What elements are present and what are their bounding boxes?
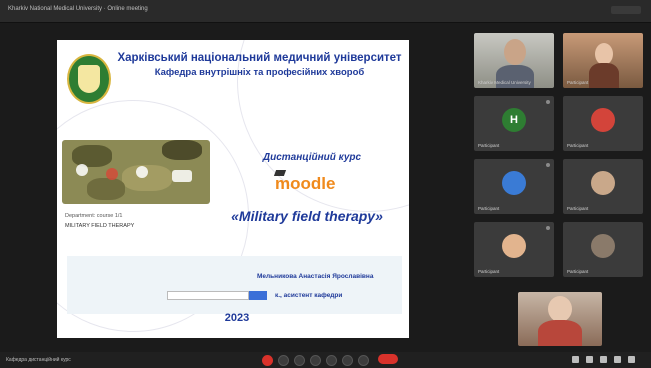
bandage-icon [76, 164, 88, 176]
participant-avatar [502, 234, 526, 258]
lock-icon[interactable] [628, 356, 635, 363]
author-name: Мельникова Анастасія Ярославівна [257, 273, 374, 280]
shared-slide: Харківський національний медичний універ… [57, 40, 409, 338]
course-caption-title: MILITARY FIELD THERAPY [65, 223, 135, 229]
info-icon[interactable] [572, 356, 579, 363]
participant-name: Kharkiv Medical University [478, 80, 531, 85]
slide-year: 2023 [224, 312, 250, 324]
window-title: Kharkiv National Medical University · On… [8, 6, 148, 12]
participant-name: Participant [478, 206, 500, 211]
share-screen-button[interactable] [294, 355, 305, 366]
moodle-logo: moodle [275, 174, 335, 194]
leave-call-button[interactable] [378, 354, 398, 364]
mic-off-icon [546, 226, 550, 230]
author-position: к., асистент кафедри [275, 292, 343, 299]
moodle-logo-text: moodle [275, 174, 336, 193]
slide-search-field [167, 291, 249, 300]
participant-name: Participant [567, 80, 589, 85]
participant-avatar [591, 171, 615, 195]
mic-off-icon [546, 100, 550, 104]
department-title: Кафедра внутрішніх та професійних хвороб [154, 67, 365, 78]
captions-button[interactable] [342, 355, 353, 366]
participant-avatar [502, 171, 526, 195]
heart-icon [136, 166, 148, 178]
participant-name: Participant [478, 143, 500, 148]
participant-name: Participant [478, 269, 500, 274]
meeting-status-text: Кафедра дистанційний курс [6, 357, 71, 363]
window-title-bar: Kharkiv National Medical University · On… [0, 0, 651, 23]
participant-tile[interactable]: Participant [563, 159, 643, 214]
participant-tile[interactable]: Kharkiv Medical University [474, 33, 554, 88]
university-emblem-icon [67, 54, 111, 104]
mic-toggle-button[interactable] [262, 355, 273, 366]
more-options-button[interactable] [358, 355, 369, 366]
participant-tile[interactable]: Participant [474, 222, 554, 277]
slide-search-button [249, 291, 267, 300]
camouflage-banner-image [62, 140, 210, 204]
participant-name: Participant [567, 143, 589, 148]
window-controls[interactable] [611, 6, 641, 14]
participant-avatar [591, 108, 615, 132]
people-icon[interactable] [586, 356, 593, 363]
participant-tile[interactable]: H Participant [474, 96, 554, 151]
ambulance-icon [172, 170, 192, 182]
participant-video [504, 39, 526, 65]
participant-tile[interactable]: Participant [563, 96, 643, 151]
course-title: «Military field therapy» [231, 208, 383, 224]
course-caption-small: Department: course 1/1 [65, 213, 123, 219]
participant-name: Participant [567, 206, 589, 211]
participant-video [595, 43, 613, 65]
slide-bottom-band [67, 256, 402, 314]
reactions-button[interactable] [310, 355, 321, 366]
participant-tile[interactable]: Participant [474, 159, 554, 214]
participant-avatar: H [502, 108, 526, 132]
medical-icon [106, 168, 118, 180]
participant-avatar [591, 234, 615, 258]
participant-tile[interactable]: Participant [563, 222, 643, 277]
chat-icon[interactable] [600, 356, 607, 363]
camera-toggle-button[interactable] [278, 355, 289, 366]
university-title: Харківський національний медичний універ… [117, 52, 402, 64]
self-view-video[interactable] [518, 292, 602, 346]
course-label: Дистанційний курс [262, 152, 362, 163]
activities-icon[interactable] [614, 356, 621, 363]
mic-off-icon [546, 163, 550, 167]
participant-name: Participant [567, 269, 589, 274]
raise-hand-button[interactable] [326, 355, 337, 366]
participant-tile[interactable]: Participant [563, 33, 643, 88]
